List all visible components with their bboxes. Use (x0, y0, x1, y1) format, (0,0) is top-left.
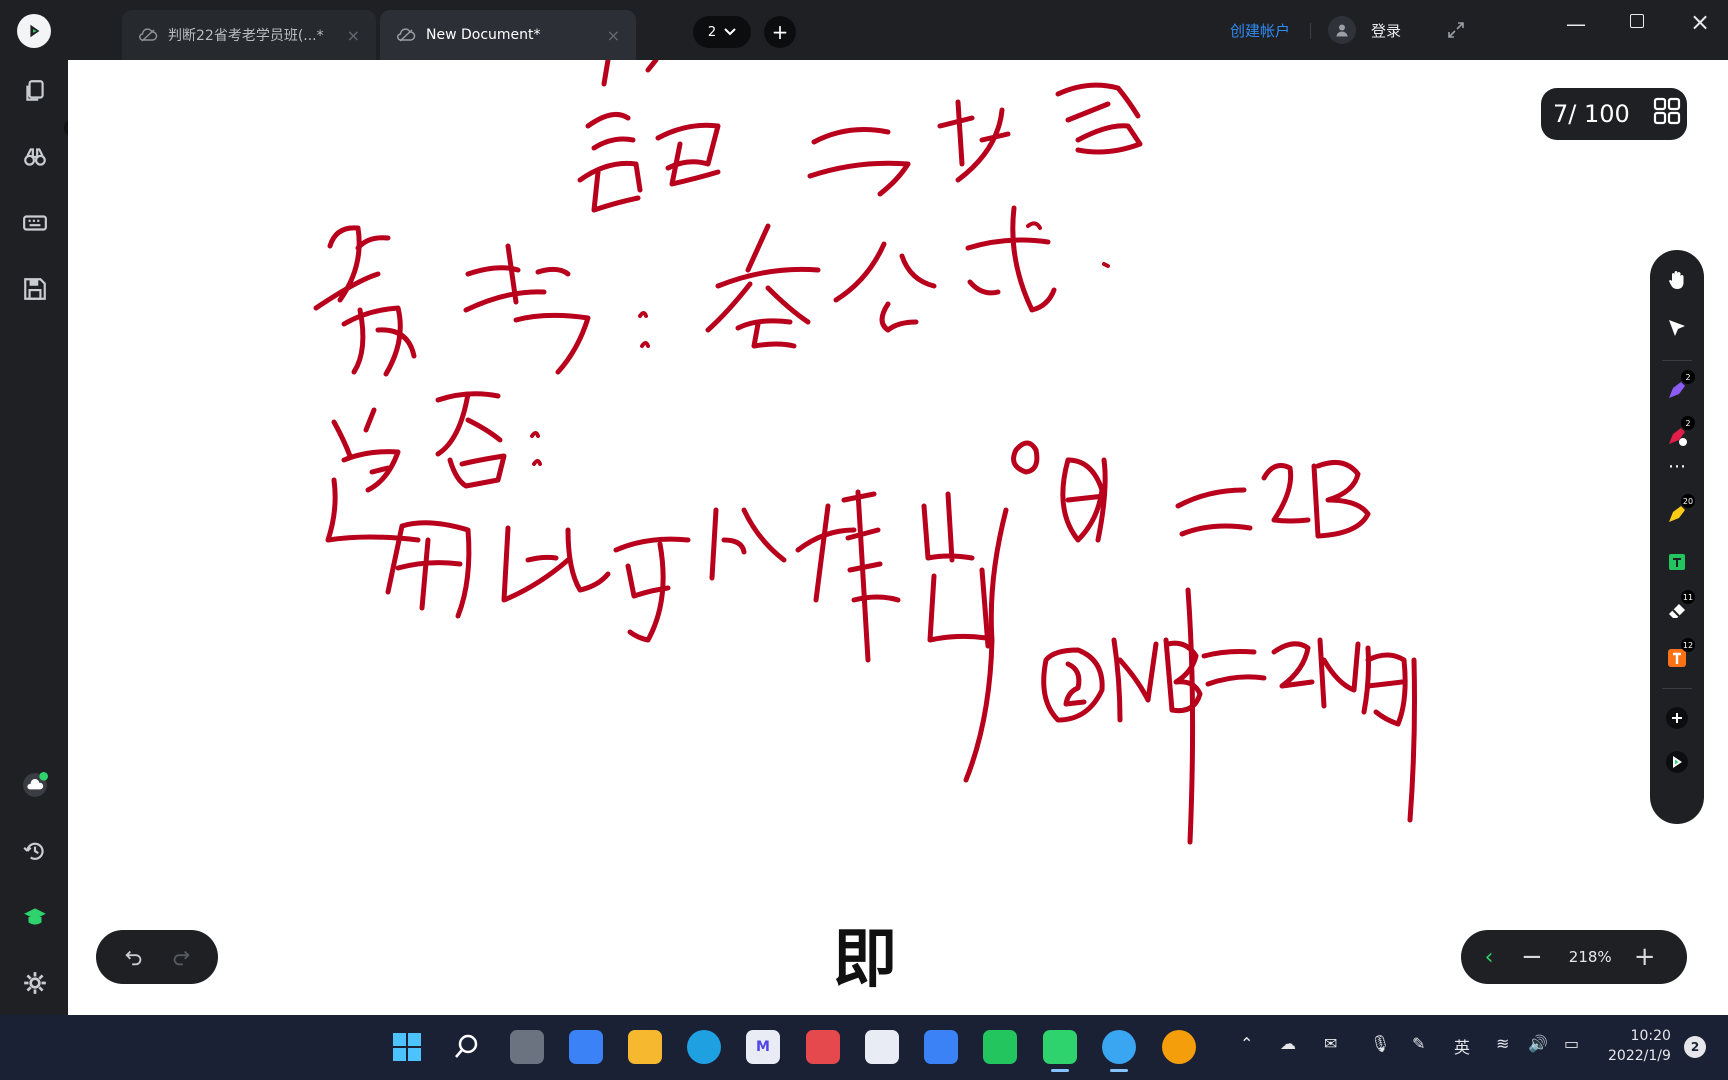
eraser-size-badge: 11 (1681, 590, 1695, 604)
page-counter-text: 7/ 100 (1553, 100, 1630, 128)
close-icon[interactable]: × (347, 26, 360, 45)
history-icon[interactable] (20, 836, 50, 866)
onedrive-icon[interactable]: ☁ (1280, 1034, 1296, 1053)
hand-tool-icon[interactable] (1661, 264, 1693, 296)
zoom-level[interactable]: 218% (1569, 948, 1612, 966)
save-icon[interactable] (20, 274, 50, 304)
add-tool-icon[interactable] (1661, 702, 1693, 734)
microphone-icon[interactable]: 🎙 (1370, 1034, 1390, 1053)
add-page-button[interactable]: + (764, 16, 796, 48)
active-app-indicator (1051, 1069, 1069, 1072)
chevron-left-icon[interactable]: ‹ (1475, 943, 1503, 971)
whiteboard-app-icon[interactable] (1043, 1030, 1077, 1064)
login-link[interactable]: 登录 (1371, 20, 1401, 41)
video-subtitle: 即 (833, 923, 897, 997)
tab-document-2[interactable]: New Document* × (380, 10, 636, 60)
divider (1310, 23, 1311, 39)
active-app-indicator (1110, 1069, 1128, 1072)
zoom-control: ‹ − 218% + (1461, 930, 1687, 984)
text-tool-icon[interactable]: 12 (1661, 638, 1695, 674)
user-icon[interactable] (1328, 16, 1356, 44)
page-counter[interactable]: 7/ 100 (1541, 88, 1687, 140)
clock-date: 2022/1/9 (1608, 1048, 1671, 1064)
more-options-icon[interactable]: ⋯ (1661, 450, 1693, 482)
system-clock[interactable]: 10:20 2022/1/9 (1608, 1026, 1671, 1066)
battery-icon[interactable]: ▭ (1564, 1034, 1579, 1053)
cloud-icon (139, 28, 158, 42)
search-icon[interactable] (450, 1030, 484, 1064)
chevron-down-icon (724, 28, 736, 36)
handwriting-ink (313, 60, 1417, 845)
clock-time: 10:20 (1630, 1028, 1671, 1044)
graduation-cap-icon[interactable] (20, 902, 50, 932)
pen-size-badge: 2 (1681, 416, 1695, 430)
create-account-link[interactable]: 创建帐户 (1230, 20, 1290, 41)
toolbar-divider (1662, 360, 1692, 361)
mail-app-icon[interactable]: M (746, 1030, 780, 1064)
grid-view-icon[interactable] (1652, 96, 1682, 132)
file-explorer-icon[interactable] (628, 1030, 662, 1064)
chevron-up-icon[interactable]: ⌃ (1240, 1034, 1253, 1053)
cloud-app-icon[interactable] (924, 1030, 958, 1064)
widgets-icon[interactable] (569, 1030, 603, 1064)
tab-document-1[interactable]: 判断22省考老学员班(...* × (122, 10, 376, 60)
toolbar-divider (1662, 688, 1692, 689)
eraser-icon[interactable]: 11 (1661, 590, 1695, 626)
text-size-badge: 12 (1681, 638, 1695, 652)
close-window-icon[interactable]: × (1690, 8, 1710, 36)
gear-icon[interactable] (20, 968, 50, 998)
highlighter-size-badge: 20 (1681, 494, 1695, 508)
task-view-icon[interactable] (510, 1030, 544, 1064)
volume-icon[interactable]: 🔊 (1528, 1034, 1548, 1053)
cloud-sync-icon[interactable] (20, 770, 50, 800)
redo-icon[interactable] (170, 946, 192, 968)
keyboard-icon[interactable] (20, 208, 50, 238)
app-logo-icon[interactable] (17, 14, 51, 48)
tools-toolbar: 2 2 ⋯ 20 11 12 (1650, 250, 1704, 824)
cloud-icon (397, 28, 416, 42)
close-icon[interactable]: × (607, 26, 620, 45)
zoom-out-button[interactable]: − (1521, 942, 1543, 972)
shape-tool-icon[interactable] (1661, 546, 1693, 578)
zoom-in-button[interactable]: + (1634, 942, 1656, 972)
whiteboard-canvas[interactable]: 7/ 100 2 2 ⋯ 20 11 12 (68, 60, 1728, 1015)
red-pen-icon[interactable]: 2 (1661, 416, 1695, 452)
ime-indicator[interactable]: 英 (1454, 1034, 1470, 1058)
title-bar: 判断22省考老学员班(...* × New Document* × 2 + 创建… (0, 0, 1728, 60)
page-select-dropdown[interactable]: 2 (693, 16, 751, 48)
notification-badge[interactable]: 2 (1684, 1036, 1706, 1058)
select-pointer-icon[interactable] (1661, 312, 1693, 344)
feishu-icon[interactable] (1102, 1030, 1136, 1064)
tab-label: 判断22省考老学员班(...* (168, 28, 324, 44)
undo-icon[interactable] (123, 946, 145, 968)
recorder-icon[interactable] (1162, 1030, 1196, 1064)
maximize-icon[interactable] (1630, 14, 1644, 28)
undo-redo-bar (96, 930, 218, 984)
binoculars-icon[interactable] (20, 142, 50, 172)
pages-icon[interactable] (20, 76, 50, 106)
minimize-icon[interactable]: — (1566, 12, 1586, 36)
mail-tray-icon[interactable]: ✉ (1324, 1034, 1337, 1053)
highlighter-icon[interactable]: 20 (1661, 494, 1695, 530)
tab-label: New Document* (426, 27, 541, 43)
fullscreen-icon[interactable] (1446, 20, 1466, 40)
left-sidebar: ⌐ (0, 60, 84, 1015)
microsoft-store-icon[interactable] (865, 1030, 899, 1064)
app-store-icon[interactable] (806, 1030, 840, 1064)
page-select-value: 2 (707, 24, 717, 40)
purple-pen-icon[interactable]: 2 (1661, 370, 1695, 406)
start-icon[interactable] (390, 1030, 424, 1064)
pen-size-badge: 2 (1681, 370, 1695, 384)
pen-icon[interactable]: ✎ (1412, 1034, 1425, 1053)
edge-browser-icon[interactable] (687, 1030, 721, 1064)
app-switch-icon[interactable] (1661, 746, 1693, 778)
wifi-icon[interactable]: ≋ (1496, 1034, 1509, 1053)
wechat-icon[interactable] (983, 1030, 1017, 1064)
